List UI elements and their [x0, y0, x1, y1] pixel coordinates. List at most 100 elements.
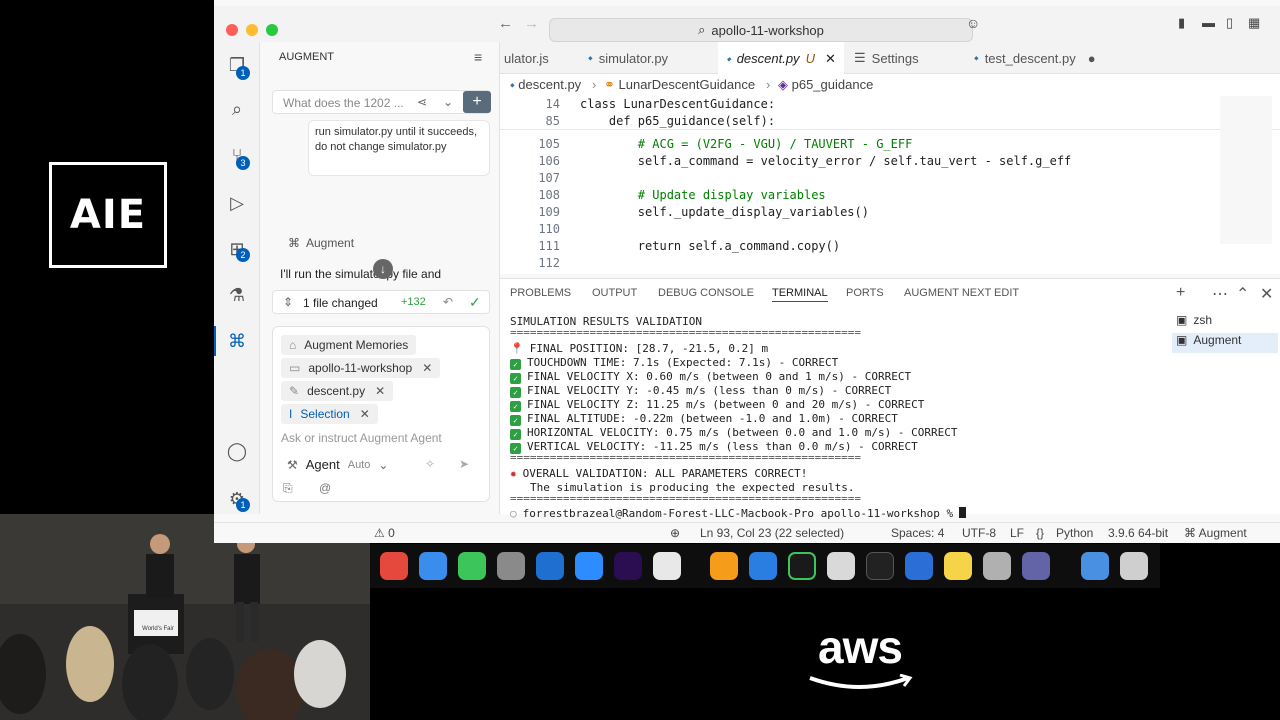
context-chip-selection[interactable]: I Selection ✕ — [281, 404, 378, 424]
code-line: class LunarDescentGuidance: — [580, 97, 776, 111]
panel-tab-ports[interactable]: PORTS — [846, 287, 884, 299]
auto-label: Auto — [347, 458, 371, 471]
context-chip-file[interactable]: ✎ descent.py ✕ — [281, 381, 394, 401]
minimap[interactable] — [1220, 96, 1272, 244]
git-app-icon[interactable] — [788, 552, 816, 580]
toggle-sidebar-icon[interactable]: ▮ — [1178, 15, 1185, 31]
panel-tab-augment-next-edit[interactable]: AUGMENT NEXT EDIT — [904, 287, 1019, 299]
remove-chip-icon[interactable]: ✕ — [422, 361, 432, 375]
undo-icon[interactable]: ↶ — [443, 295, 453, 309]
mail-icon[interactable] — [419, 552, 447, 580]
notes-icon[interactable] — [944, 552, 972, 580]
close-tab-icon[interactable]: ✕ — [825, 51, 836, 67]
code-editor[interactable]: 14 class LunarDescentGuidance: 85 def p6… — [500, 96, 1280, 274]
context-chip-folder[interactable]: ▭ apollo-11-workshop ✕ — [281, 358, 441, 378]
premiere-icon[interactable] — [614, 552, 642, 580]
problems-status[interactable]: ⚠ 0 — [374, 526, 395, 540]
preview-icon[interactable] — [905, 552, 933, 580]
toggle-panel-icon[interactable]: ▬ — [1202, 15, 1215, 30]
close-window-button[interactable] — [226, 24, 238, 36]
downloads-folder-icon[interactable] — [1081, 552, 1109, 580]
breadcrumb-file[interactable]: ⬩ descent.py — [510, 77, 581, 93]
testing-icon[interactable]: ⚗ — [226, 284, 248, 306]
panel-tab-output[interactable]: OUTPUT — [592, 287, 637, 299]
mode-selector[interactable]: ⚒ Agent Auto ⌄ — [287, 457, 388, 472]
account-icon[interactable]: ◯ — [226, 440, 248, 462]
tab-settings[interactable]: ☰ Settings — [854, 42, 919, 74]
zoom-app-icon[interactable] — [575, 552, 603, 580]
indentation[interactable]: Spaces: 4 — [891, 526, 944, 540]
terminal-text: FINAL VELOCITY Z: 11.25 m/s (between 0 a… — [527, 398, 925, 411]
context-chip-memories[interactable]: ⌂ Augment Memories — [281, 335, 417, 355]
copilot-icon[interactable]: ☺ — [966, 15, 980, 31]
slack-icon[interactable] — [653, 552, 681, 580]
sublime-icon[interactable] — [710, 552, 738, 580]
terminal-app-icon[interactable] — [866, 552, 894, 580]
line-ending[interactable]: LF — [1010, 526, 1024, 540]
vscode-app-icon[interactable] — [536, 552, 564, 580]
line-number: 105 — [538, 137, 560, 151]
remove-chip-icon[interactable]: ✕ — [375, 384, 385, 398]
run-debug-icon[interactable]: ▷ — [226, 192, 248, 214]
forward-arrow-icon[interactable]: → — [524, 15, 539, 32]
line-number: 112 — [538, 256, 560, 270]
chrome-icon[interactable] — [380, 552, 408, 580]
new-thread-button[interactable]: + — [463, 91, 491, 113]
terminal-item-zsh[interactable]: ▣ zsh — [1176, 313, 1278, 333]
scroll-down-icon[interactable]: ↓ — [373, 259, 393, 279]
messages-icon[interactable] — [458, 552, 486, 580]
new-terminal-icon[interactable]: + — [1176, 284, 1185, 302]
panel-tab-terminal[interactable]: TERMINAL — [772, 287, 828, 302]
augment-status[interactable]: ⌘ Augment — [1184, 526, 1247, 540]
context-chip-label: Augment Memories — [304, 338, 409, 352]
interpreter-version[interactable]: 3.9.6 64-bit — [1108, 526, 1168, 540]
language-mode[interactable]: Python — [1056, 526, 1093, 540]
installer-icon[interactable] — [983, 552, 1011, 580]
maximize-panel-icon[interactable]: ⌃ — [1236, 284, 1249, 304]
tab-simulator-js[interactable]: ulator.js — [504, 42, 549, 74]
changes-bar[interactable]: ⇕ 1 file changed +132 ↶ ✓ — [272, 290, 490, 314]
context-chip-label: Selection — [300, 407, 350, 421]
expand-icon[interactable]: ⇕ — [283, 295, 293, 309]
send-icon[interactable]: ➤ — [459, 457, 469, 471]
breadcrumb-class[interactable]: ⚭ LunarDescentGuidance — [604, 77, 755, 93]
enhance-prompt-icon[interactable]: ✧ — [425, 457, 435, 471]
attach-icon[interactable]: ⎘ — [283, 481, 293, 496]
mode-label: Agent — [305, 457, 340, 472]
instruction-input[interactable]: Ask or instruct Augment Agent — [281, 431, 442, 445]
tab-simulator-py[interactable]: ⬩ simulator.py — [588, 42, 668, 74]
terminal-text: HORIZONTAL VELOCITY: 0.75 m/s (between 0… — [527, 426, 958, 439]
minimize-window-button[interactable] — [246, 24, 258, 36]
terminal-prompt[interactable]: ○ forrestbrazeal@Random-Forest-LLC-Macboo… — [510, 507, 967, 521]
augment-icon[interactable]: ⌘ — [226, 330, 248, 352]
cursor-position[interactable]: Ln 93, Col 23 (22 selected) — [700, 526, 844, 540]
tab-test-descent[interactable]: ⬩ test_descent.py ● — [974, 42, 1096, 74]
encoding[interactable]: UTF-8 — [962, 526, 996, 540]
settings-app-icon[interactable] — [497, 552, 525, 580]
customize-layout-icon[interactable]: ▦ — [1248, 15, 1260, 31]
tab-descent-py[interactable]: ⬩ descent.py U ✕ — [718, 42, 844, 75]
zoom-window-button[interactable] — [266, 24, 278, 36]
remove-chip-icon[interactable]: ✕ — [360, 407, 370, 421]
command-center-search[interactable]: ⌕ apollo-11-workshop — [549, 18, 973, 42]
mention-icon[interactable]: @ — [319, 481, 331, 495]
panel-tab-debug-console[interactable]: DEBUG CONSOLE — [658, 287, 754, 299]
toggle-secondary-sidebar-icon[interactable]: ▯ — [1226, 15, 1233, 31]
breadcrumb-method[interactable]: ◈ p65_guidance — [778, 77, 873, 93]
accept-all-icon[interactable]: ✓ — [469, 294, 481, 311]
teams-icon[interactable] — [1022, 552, 1050, 580]
thread-selector[interactable]: What does the 1202 ... ⋖ ⌄ + — [272, 90, 491, 114]
chevron-down-icon[interactable]: ⌄ — [443, 95, 453, 109]
back-arrow-icon[interactable]: ← — [498, 15, 513, 32]
more-actions-icon[interactable]: ⋯ — [1212, 284, 1228, 304]
search-view-icon[interactable]: ⌕ — [226, 98, 248, 120]
textedit-icon[interactable] — [827, 552, 855, 580]
close-panel-icon[interactable]: ✕ — [1260, 284, 1273, 304]
trash-icon[interactable] — [1120, 552, 1148, 580]
app-store-icon[interactable] — [749, 552, 777, 580]
rocket-icon: ✹ — [510, 467, 517, 480]
hamburger-menu-icon[interactable]: ≡ — [474, 49, 482, 65]
terminal-item-augment[interactable]: ▣ Augment — [1172, 333, 1278, 353]
share-icon[interactable]: ⋖ — [417, 95, 427, 109]
panel-tab-problems[interactable]: PROBLEMS — [510, 287, 571, 299]
